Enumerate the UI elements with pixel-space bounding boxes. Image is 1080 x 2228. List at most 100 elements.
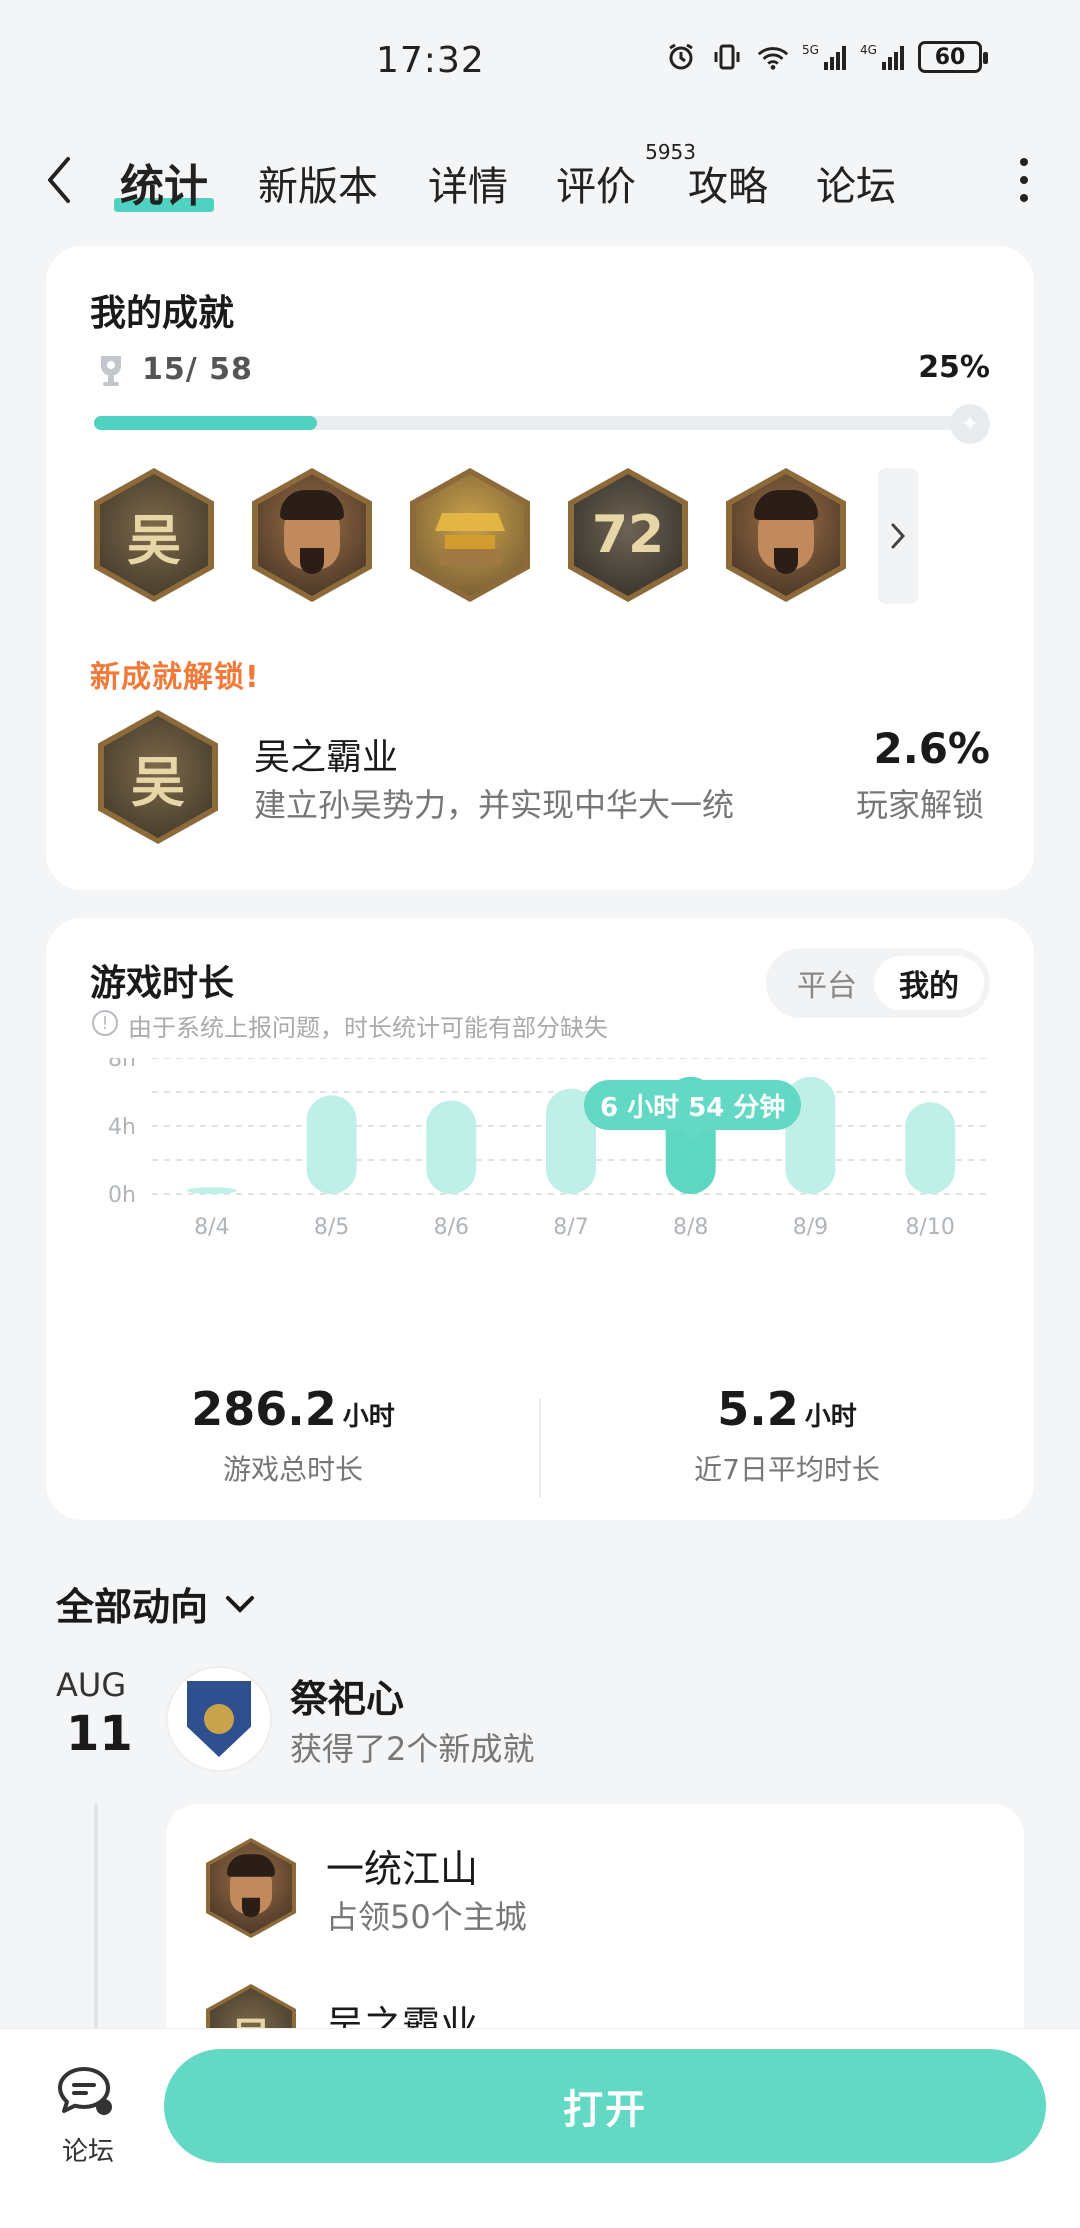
achievements-card: 我的成就 15/ 58 25% ✦ 吴 72 新成就解锁! 吴 吴之霸业 建立孙吴… — [46, 246, 1034, 890]
unlock-rate-label: 玩家解锁 — [855, 786, 984, 824]
new-unlock-badge: 吴 — [98, 710, 218, 844]
avg-value: 5.2 — [717, 1382, 799, 1436]
progress-fill — [94, 416, 317, 430]
avg-unit: 小时 — [804, 1402, 857, 1432]
tab-label: 新版本 — [258, 164, 378, 210]
achievement-badge[interactable] — [726, 468, 846, 602]
tab-guides[interactable]: 攻略 — [688, 154, 768, 212]
x-tick-label: 8/9 — [793, 1215, 828, 1240]
achievements-title: 我的成就 — [90, 293, 235, 334]
general-portrait-icon — [732, 474, 840, 596]
y-tick-label: 4h — [108, 1115, 136, 1140]
chart-bar[interactable] — [905, 1102, 956, 1194]
svg-text:4G: 4G — [860, 43, 877, 57]
x-tick-label: 8/4 — [194, 1215, 229, 1240]
playtime-note: 由于系统上报问题，时长统计可能有部分缺失 — [128, 1014, 608, 1042]
forum-icon[interactable] — [56, 2065, 116, 2121]
playtime-title: 游戏时长 — [90, 963, 235, 1004]
signal-4g-icon: 4G — [860, 40, 906, 74]
badge-glyph: 吴 — [100, 474, 208, 596]
total-unit: 小时 — [342, 1402, 395, 1432]
tab-details[interactable]: 详情 — [428, 154, 508, 212]
tab-label: 攻略 — [688, 164, 768, 210]
bottom-bar: 论坛 打开 — [0, 2028, 1080, 2228]
palace-icon — [416, 474, 524, 596]
total-label: 游戏总时长 — [222, 1453, 363, 1486]
signal-5g-icon: 5G — [802, 40, 848, 74]
badge-glyph: 72 — [574, 474, 682, 596]
top-nav: 统计 新版本 详情 评价 5953 攻略 论坛 — [0, 130, 1080, 230]
chart-bar[interactable] — [426, 1100, 477, 1195]
feed-action: 获得了2个新成就 — [290, 1730, 535, 1768]
achievement-badge[interactable]: 吴 — [94, 468, 214, 602]
achievement-count: 15/ 58 — [142, 352, 253, 387]
tab-label: 详情 — [428, 164, 508, 210]
tab-label: 评价 — [556, 164, 636, 210]
forum-label[interactable]: 论坛 — [62, 2131, 114, 2168]
achievement-badge[interactable] — [410, 468, 530, 602]
tab-new-version[interactable]: 新版本 — [258, 154, 378, 212]
toggle-platform[interactable]: 平台 — [772, 956, 882, 1010]
chevron-right-icon — [891, 523, 906, 549]
tab-forum[interactable]: 论坛 — [816, 154, 896, 212]
new-unlock-desc: 建立孙吴势力，并实现中华大一统 — [254, 786, 735, 824]
battery-icon: 60 — [918, 41, 988, 73]
trophy-icon — [101, 356, 121, 386]
x-tick-label: 8/10 — [905, 1215, 954, 1240]
badge-glyph: 吴 — [104, 716, 212, 838]
total-playtime: 286.2 小时 游戏总时长 — [46, 1382, 540, 1488]
achievement-badge[interactable] — [252, 468, 372, 602]
general-portrait-icon — [258, 474, 366, 596]
back-button[interactable] — [44, 150, 88, 210]
x-tick-label: 8/7 — [553, 1215, 588, 1240]
tab-stats[interactable]: 统计 — [114, 150, 214, 214]
feed-username[interactable]: 祭祀心 — [290, 1668, 404, 1723]
status-icons: 5G 4G 60 — [664, 40, 988, 74]
playtime-card: 游戏时长 ! 由于系统上报问题，时长统计可能有部分缺失 平台 我的 0h 4h 8h… — [46, 918, 1034, 1520]
feed-achievement-name: 一统江山 — [326, 1847, 479, 1891]
achievement-badge[interactable]: 72 — [568, 468, 688, 602]
avg-playtime: 5.2 小时 近7日平均时长 — [540, 1382, 1034, 1488]
more-menu-button[interactable] — [1018, 158, 1030, 202]
tab-reviews[interactable]: 评价 5953 — [556, 140, 696, 212]
feed-filter-dropdown[interactable]: 全部动向 — [56, 1576, 256, 1631]
avatar[interactable] — [166, 1666, 272, 1772]
feed-day: 11 — [66, 1706, 133, 1762]
progress-end-icon: ✦ — [950, 404, 990, 444]
avg-label: 近7日平均时长 — [694, 1453, 880, 1486]
y-tick-label: 0h — [108, 1183, 136, 1208]
x-tick-label: 8/5 — [314, 1215, 349, 1240]
clock: 17:32 — [376, 40, 485, 81]
open-button[interactable]: 打开 — [164, 2049, 1046, 2163]
crest-icon — [187, 1681, 251, 1757]
achievement-percent: 25% — [918, 350, 990, 385]
tab-label: 论坛 — [816, 164, 896, 210]
feed-achievement-desc: 占领50个主城 — [326, 1898, 527, 1936]
chevron-left-icon — [48, 157, 70, 203]
chevron-down-icon — [226, 1595, 255, 1613]
toggle-mine[interactable]: 我的 — [874, 956, 984, 1010]
status-bar: 17:32 5G 4G 60 — [0, 0, 1080, 120]
unlock-rate: 2.6% — [873, 724, 990, 773]
feed-badge — [206, 1838, 296, 1938]
new-unlock-name: 吴之霸业 — [254, 737, 399, 778]
achievement-badges: 吴 72 — [94, 468, 846, 602]
bar-tooltip: 6 小时 54 分钟 — [584, 1080, 802, 1142]
svg-text:5G: 5G — [802, 43, 819, 57]
achievement-progress-bar: ✦ — [94, 404, 990, 444]
chart-bar[interactable] — [306, 1095, 357, 1194]
tab-label: 统计 — [120, 161, 208, 212]
feed-month: AUG — [56, 1666, 127, 1704]
x-tick-label: 8/6 — [434, 1215, 469, 1240]
y-tick-label: 8h — [108, 1058, 136, 1072]
info-icon: ! — [92, 1010, 118, 1036]
alarm-icon — [664, 40, 698, 74]
chart-bar[interactable] — [186, 1187, 237, 1194]
filter-label: 全部动向 — [56, 1585, 209, 1629]
badges-next-button[interactable] — [878, 468, 918, 604]
playtime-toggle: 平台 我的 — [766, 948, 990, 1018]
x-tick-label: 8/8 — [673, 1215, 708, 1240]
wifi-icon — [756, 40, 790, 74]
playtime-chart: 0h 4h 8h 8/4 8/5 8/6 8/7 8/8 8/9 8/10 — [108, 1058, 990, 1240]
total-value: 286.2 — [191, 1382, 337, 1436]
